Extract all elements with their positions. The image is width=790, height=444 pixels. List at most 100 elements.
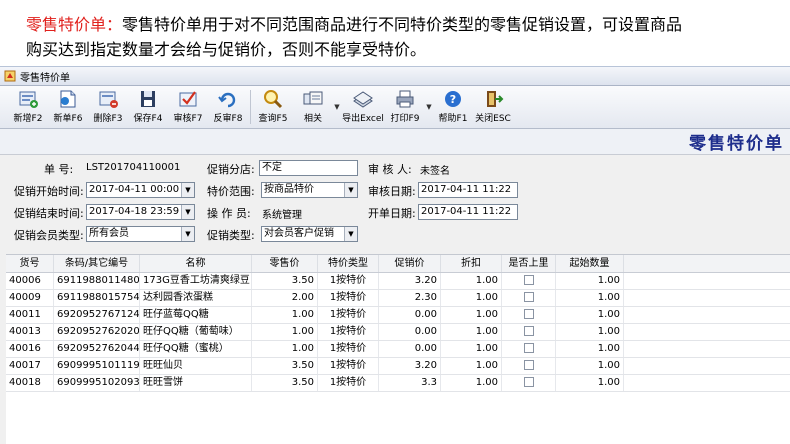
new-add-button[interactable]: 新增F2 bbox=[8, 88, 48, 126]
related-dropdown-arrow[interactable]: ▼ bbox=[333, 88, 341, 126]
table-row[interactable]: 40009 6911988015754 达利园香浓蛋糕 2.00 1按特价 2.30 1.0… bbox=[6, 290, 790, 307]
table-row[interactable]: 40013 6920952762020 旺仔QQ糖（葡萄味） 1.00 1按特价 0.00… bbox=[6, 324, 790, 341]
promo-type-label: 促销类型: bbox=[207, 229, 255, 242]
print-dropdown-arrow[interactable]: ▼ bbox=[425, 88, 433, 126]
cell-cumulative[interactable] bbox=[502, 324, 556, 340]
col-header-barcode[interactable]: 条码/其它编号 bbox=[54, 255, 140, 272]
branch-field[interactable]: 不定 bbox=[259, 160, 358, 176]
intro-line-2: 购买达到指定数量才会给与促销价，否则不能享受特价。 bbox=[26, 40, 427, 59]
close-button[interactable]: 关闭ESC bbox=[473, 88, 513, 126]
cell-promo-price[interactable]: 3.20 bbox=[379, 358, 441, 374]
print-button[interactable]: 打印F9 bbox=[385, 88, 425, 126]
cell-barcode: 6909995102093 bbox=[54, 375, 140, 391]
cell-price-type[interactable]: 1按特价 bbox=[318, 290, 379, 306]
chevron-down-icon[interactable]: ▼ bbox=[181, 227, 194, 241]
cumulative-checkbox[interactable] bbox=[523, 360, 534, 370]
cell-price-type[interactable]: 1按特价 bbox=[318, 324, 379, 340]
table-row[interactable]: 40016 6920952762044 旺仔QQ糖（蜜桃） 1.00 1按特价 0.00 1… bbox=[6, 341, 790, 358]
cell-retail-price: 3.50 bbox=[252, 375, 318, 391]
approve-date-label: 审核日期: bbox=[368, 185, 416, 198]
cumulative-checkbox[interactable] bbox=[523, 275, 534, 285]
cell-cumulative[interactable] bbox=[502, 290, 556, 306]
window-titlebar: 零售特价单 bbox=[0, 67, 790, 86]
cell-start-qty[interactable]: 1.00 bbox=[556, 324, 624, 340]
table-row[interactable]: 40017 6909995101119 旺旺仙贝 3.50 1按特价 3.20 1.00 1.… bbox=[6, 358, 790, 375]
cell-promo-price[interactable]: 0.00 bbox=[379, 324, 441, 340]
approver-label: 审 核 人: bbox=[368, 163, 412, 176]
table-row[interactable]: 40011 6920952767124 旺仔蓝莓QQ糖 1.00 1按特价 0.00 1.0… bbox=[6, 307, 790, 324]
new-add-icon bbox=[16, 88, 40, 110]
cell-cumulative[interactable] bbox=[502, 358, 556, 374]
col-header-sku[interactable]: 货号 bbox=[6, 255, 54, 272]
cell-cumulative[interactable] bbox=[502, 375, 556, 391]
cumulative-checkbox[interactable] bbox=[523, 309, 534, 319]
search-icon bbox=[261, 88, 285, 110]
col-header-retail-price[interactable]: 零售价 bbox=[252, 255, 318, 272]
cell-start-qty[interactable]: 1.00 bbox=[556, 307, 624, 323]
cumulative-checkbox[interactable] bbox=[523, 343, 534, 353]
cell-start-qty[interactable]: 1.00 bbox=[556, 358, 624, 374]
cumulative-checkbox[interactable] bbox=[523, 377, 534, 387]
chevron-down-icon[interactable]: ▼ bbox=[344, 183, 357, 197]
col-header-promo-price[interactable]: 促销价 bbox=[379, 255, 441, 272]
cell-start-qty[interactable]: 1.00 bbox=[556, 341, 624, 357]
range-value: 按商品特价 bbox=[264, 184, 314, 195]
cell-start-qty[interactable]: 1.00 bbox=[556, 290, 624, 306]
start-time-picker[interactable]: 2017-04-11 00:00 ▼ bbox=[86, 182, 195, 198]
save-button[interactable]: 保存F4 bbox=[128, 88, 168, 126]
cell-cumulative[interactable] bbox=[502, 307, 556, 323]
cell-retail-price: 1.00 bbox=[252, 324, 318, 340]
cell-start-qty[interactable]: 1.00 bbox=[556, 375, 624, 391]
cell-price-type[interactable]: 1按特价 bbox=[318, 307, 379, 323]
cell-price-type[interactable]: 1按特价 bbox=[318, 273, 379, 289]
cell-name: 旺仔蓝莓QQ糖 bbox=[140, 307, 252, 323]
col-header-start-qty[interactable]: 起始数量 bbox=[556, 255, 624, 272]
toolbar-separator bbox=[250, 90, 251, 124]
cell-promo-price[interactable]: 0.00 bbox=[379, 307, 441, 323]
approve-button[interactable]: 审核F7 bbox=[168, 88, 208, 126]
cell-price-type[interactable]: 1按特价 bbox=[318, 341, 379, 357]
toolbar: 新增F2 新单F6 删除F3 保存F4 审核F7 反审F8 查询F5 相关 ▼ … bbox=[0, 86, 790, 129]
unapprove-button[interactable]: 反审F8 bbox=[208, 88, 248, 126]
cell-sku: 40016 bbox=[6, 341, 54, 357]
cell-start-qty[interactable]: 1.00 bbox=[556, 273, 624, 289]
cell-retail-price: 2.00 bbox=[252, 290, 318, 306]
chevron-down-icon[interactable]: ▼ bbox=[181, 183, 194, 197]
col-header-price-type[interactable]: 特价类型 bbox=[318, 255, 379, 272]
chevron-down-icon[interactable]: ▼ bbox=[344, 227, 357, 241]
cumulative-checkbox[interactable] bbox=[523, 326, 534, 336]
bill-date-field[interactable]: 2017-04-11 11:22 bbox=[418, 204, 518, 220]
table-row[interactable]: 40018 6909995102093 旺旺雪饼 3.50 1按特价 3.3 1.00 1.0… bbox=[6, 375, 790, 392]
new-doc-button[interactable]: 新单F6 bbox=[48, 88, 88, 126]
approve-date-field[interactable]: 2017-04-11 11:22 bbox=[418, 182, 518, 198]
document-title: 零售特价单 bbox=[689, 134, 784, 154]
help-button[interactable]: ? 帮助F1 bbox=[433, 88, 473, 126]
cell-promo-price[interactable]: 3.20 bbox=[379, 273, 441, 289]
range-select[interactable]: 按商品特价 ▼ bbox=[261, 182, 358, 198]
cell-promo-price[interactable]: 3.3 bbox=[379, 375, 441, 391]
table-row[interactable]: 40006 6911988011480 173G豆香工坊清爽绿豆 3.50 1按特价 3.… bbox=[6, 273, 790, 290]
delete-label: 删除F3 bbox=[93, 114, 123, 124]
operator-value: 系统管理 bbox=[262, 210, 302, 221]
delete-button[interactable]: 删除F3 bbox=[88, 88, 128, 126]
cell-sku: 40006 bbox=[6, 273, 54, 289]
cell-cumulative[interactable] bbox=[502, 273, 556, 289]
promo-type-select[interactable]: 对会员客户促销 ▼ bbox=[261, 226, 358, 242]
chevron-down-icon[interactable]: ▼ bbox=[181, 205, 194, 219]
member-type-select[interactable]: 所有会员 ▼ bbox=[86, 226, 195, 242]
cell-promo-price[interactable]: 0.00 bbox=[379, 341, 441, 357]
cumulative-checkbox[interactable] bbox=[523, 292, 534, 302]
related-button[interactable]: 相关 bbox=[293, 88, 333, 126]
col-header-cumulative[interactable]: 是否上里 bbox=[502, 255, 556, 272]
cell-name: 旺旺仙贝 bbox=[140, 358, 252, 374]
query-button[interactable]: 查询F5 bbox=[253, 88, 293, 126]
cell-cumulative[interactable] bbox=[502, 341, 556, 357]
col-header-name[interactable]: 名称 bbox=[140, 255, 252, 272]
start-time-value: 2017-04-11 00:00 bbox=[89, 184, 180, 195]
cell-price-type[interactable]: 1按特价 bbox=[318, 375, 379, 391]
cell-promo-price[interactable]: 2.30 bbox=[379, 290, 441, 306]
cell-price-type[interactable]: 1按特价 bbox=[318, 358, 379, 374]
col-header-discount[interactable]: 折扣 bbox=[441, 255, 502, 272]
export-excel-button[interactable]: 导出Excel bbox=[341, 88, 385, 126]
end-time-picker[interactable]: 2017-04-18 23:59 ▼ bbox=[86, 204, 195, 220]
